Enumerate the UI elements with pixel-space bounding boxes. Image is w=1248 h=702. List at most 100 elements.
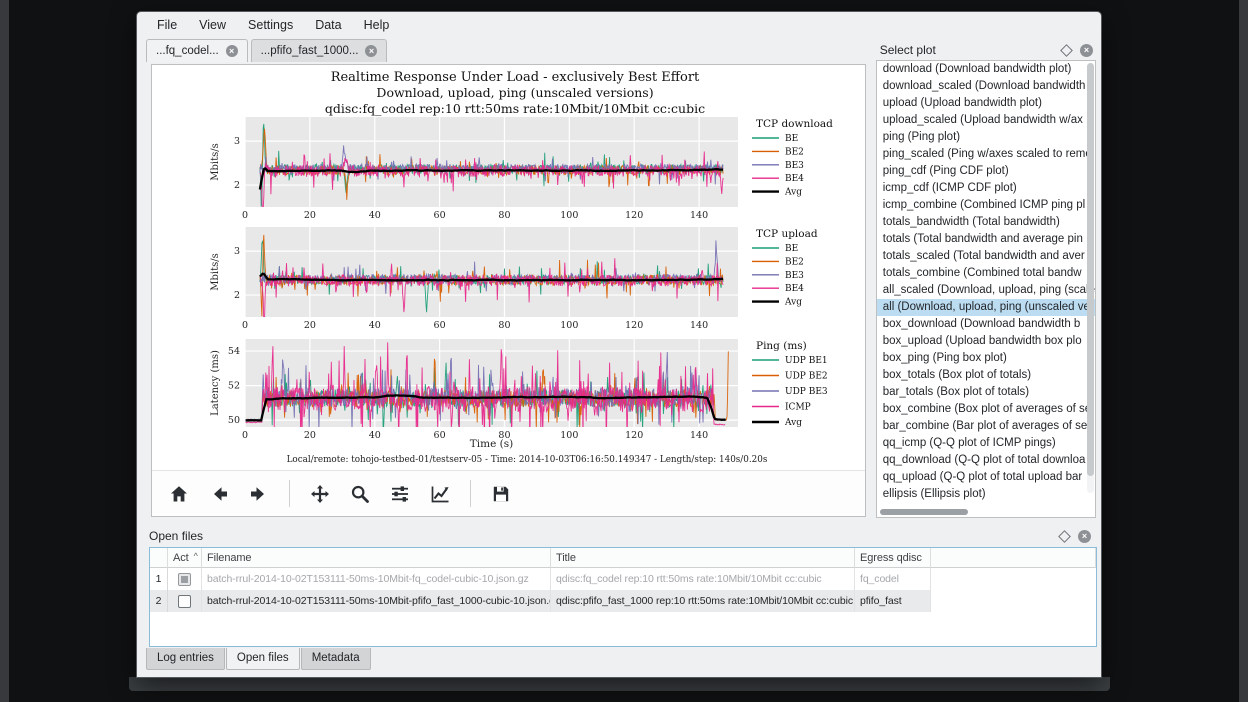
plot-list-item[interactable]: icmp_cdf (ICMP CDF plot) <box>877 180 1095 197</box>
main-area: ...fq_codel... ...pfifo_fast_1000... Rea… <box>137 38 1101 524</box>
tab-close-icon[interactable] <box>365 45 377 57</box>
back-button[interactable] <box>204 479 234 509</box>
tab-fq-codel[interactable]: ...fq_codel... <box>146 39 248 62</box>
plot-list-item[interactable]: qq_upload (Q-Q plot of total upload bar <box>877 469 1095 486</box>
plot-list-item[interactable]: upload (Upload bandwidth plot) <box>877 95 1095 112</box>
title-cell: qdisc:fq_codel rep:10 rtt:50ms rate:10Mb… <box>551 568 855 590</box>
sort-ascending-icon: ^ <box>194 551 198 561</box>
svg-text:Avg: Avg <box>784 298 802 308</box>
plot-list-item[interactable]: box_combine (Box plot of averages of se <box>877 401 1095 418</box>
plot-list-item[interactable]: totals_scaled (Total bandwidth and aver <box>877 248 1095 265</box>
tab-label: ...fq_codel... <box>156 45 219 57</box>
svg-text:Download, upload, ping (unscal: Download, upload, ping (unscaled version… <box>376 85 653 100</box>
column-header-egress-qdisc[interactable]: Egress qdisc <box>855 548 931 568</box>
svg-text:120: 120 <box>625 210 643 221</box>
edit-axes-button[interactable] <box>425 479 455 509</box>
plot-list-item[interactable]: upload_scaled (Upload bandwidth w/ax <box>877 112 1095 129</box>
figure-canvas: Realtime Response Under Load - exclusive… <box>152 65 865 470</box>
filler-cell <box>931 568 1096 590</box>
plot-list-item[interactable]: box_ping (Ping box plot) <box>877 350 1095 367</box>
plot-list-item[interactable]: ping_scaled (Ping w/axes scaled to remo <box>877 146 1095 163</box>
svg-text:60: 60 <box>434 320 446 331</box>
save-button[interactable] <box>486 479 516 509</box>
column-header-act[interactable]: Act^ <box>168 548 202 568</box>
svg-text:ICMP: ICMP <box>785 403 811 413</box>
svg-text:140: 140 <box>690 430 708 441</box>
close-dock-icon[interactable] <box>1080 44 1093 57</box>
home-button[interactable] <box>164 479 194 509</box>
plot-list-item[interactable]: download_scaled (Download bandwidth <box>877 78 1095 95</box>
horizontal-scrollbar[interactable] <box>880 509 968 515</box>
svg-text:80: 80 <box>498 210 510 221</box>
svg-text:20: 20 <box>304 430 316 441</box>
plot-list-item[interactable]: bar_totals (Box plot of totals) <box>877 384 1095 401</box>
svg-text:0: 0 <box>242 320 248 331</box>
column-header-filler <box>931 548 1096 568</box>
svg-text:20: 20 <box>304 210 316 221</box>
column-header-title[interactable]: Title <box>551 548 855 568</box>
plot-list-item[interactable]: box_totals (Box plot of totals) <box>877 367 1095 384</box>
svg-text:40: 40 <box>369 320 381 331</box>
figure-svg: Realtime Response Under Load - exclusive… <box>152 65 865 469</box>
tab-close-icon[interactable] <box>226 45 238 57</box>
open-files-title: Open files <box>149 529 203 543</box>
table-row[interactable]: 2batch-rrul-2014-10-02T153111-50ms-10Mbi… <box>150 590 1096 612</box>
egress-qdisc-cell: fq_codel <box>855 568 931 590</box>
svg-text:Time (s): Time (s) <box>470 438 513 450</box>
magnifier-icon <box>350 484 370 504</box>
close-dock-icon[interactable] <box>1078 530 1091 543</box>
forward-button[interactable] <box>244 479 274 509</box>
plot-list-item[interactable]: qq_icmp (Q-Q plot of ICMP pings) <box>877 435 1095 452</box>
tab-open-files[interactable]: Open files <box>226 648 300 670</box>
svg-text:3: 3 <box>234 246 240 257</box>
tab-pfifo-fast[interactable]: ...pfifo_fast_1000... <box>251 39 388 62</box>
svg-text:20: 20 <box>304 320 316 331</box>
menu-item-view[interactable]: View <box>188 12 237 38</box>
active-checkbox[interactable] <box>178 573 191 586</box>
pan-button[interactable] <box>305 479 335 509</box>
menu-item-data[interactable]: Data <box>304 12 352 38</box>
svg-text:Realtime Response Under Load -: Realtime Response Under Load - exclusive… <box>331 70 700 85</box>
plot-list-item[interactable]: box_download (Download bandwidth b <box>877 316 1095 333</box>
svg-text:Ping (ms): Ping (ms) <box>756 340 807 352</box>
checkbox-cell[interactable] <box>168 568 202 590</box>
plot-list-item[interactable]: download (Download bandwidth plot) <box>877 61 1095 78</box>
egress-qdisc-cell: pfifo_fast <box>855 590 931 612</box>
tab-metadata[interactable]: Metadata <box>301 648 371 670</box>
arrow-left-icon <box>209 484 229 504</box>
plot-list-item[interactable]: ellipsis (Ellipsis plot) <box>877 486 1095 503</box>
float-dock-icon[interactable] <box>1060 44 1073 57</box>
column-header-filename[interactable]: Filename <box>202 548 551 568</box>
vertical-scrollbar[interactable] <box>1087 63 1094 493</box>
svg-text:BE: BE <box>785 244 798 254</box>
plot-list-item[interactable]: box_upload (Upload bandwidth box plo <box>877 333 1095 350</box>
tab-log-entries[interactable]: Log entries <box>146 648 225 670</box>
app-window: File View Settings Data Help ...fq_codel… <box>137 12 1101 677</box>
svg-text:Local/remote: tohojo-testbed-0: Local/remote: tohojo-testbed-01/testserv… <box>287 455 768 465</box>
plot-list-item[interactable]: icmp_combine (Combined ICMP ping pl <box>877 197 1095 214</box>
plot-list-item[interactable]: qq_download (Q-Q plot of total downloa <box>877 452 1095 469</box>
plot-list-item[interactable]: totals_combine (Combined total bandw <box>877 265 1095 282</box>
plot-list-item[interactable]: totals_bandwidth (Total bandwidth) <box>877 214 1095 231</box>
plot-list-item[interactable]: totals (Total bandwidth and average pin <box>877 231 1095 248</box>
float-dock-icon[interactable] <box>1058 530 1071 543</box>
plot-list-item[interactable]: all_scaled (Download, upload, ping (scal… <box>877 282 1095 299</box>
plot-list-item[interactable]: all (Download, upload, ping (unscaled ve <box>877 299 1095 316</box>
svg-text:54: 54 <box>228 346 240 357</box>
zoom-button[interactable] <box>345 479 375 509</box>
plot-type-list: download (Download bandwidth plot)downlo… <box>876 60 1096 518</box>
plot-list-item[interactable]: bar_combine (Bar plot of averages of se <box>877 418 1095 435</box>
svg-text:100: 100 <box>560 320 578 331</box>
plot-list-item[interactable]: ping_cdf (Ping CDF plot) <box>877 163 1095 180</box>
configure-subplots-button[interactable] <box>385 479 415 509</box>
menu-item-help[interactable]: Help <box>353 12 401 38</box>
table-row[interactable]: 1batch-rrul-2014-10-02T153111-50ms-10Mbi… <box>150 568 1096 590</box>
plot-list-item[interactable]: ping (Ping plot) <box>877 129 1095 146</box>
svg-text:TCP upload: TCP upload <box>756 228 818 240</box>
menu-item-settings[interactable]: Settings <box>237 12 304 38</box>
checkbox-cell[interactable] <box>168 590 202 612</box>
active-checkbox[interactable] <box>178 595 191 608</box>
svg-text:Mbits/s: Mbits/s <box>210 253 221 291</box>
menu-item-file[interactable]: File <box>146 12 188 38</box>
plot-view-column: ...fq_codel... ...pfifo_fast_1000... Rea… <box>137 38 872 524</box>
